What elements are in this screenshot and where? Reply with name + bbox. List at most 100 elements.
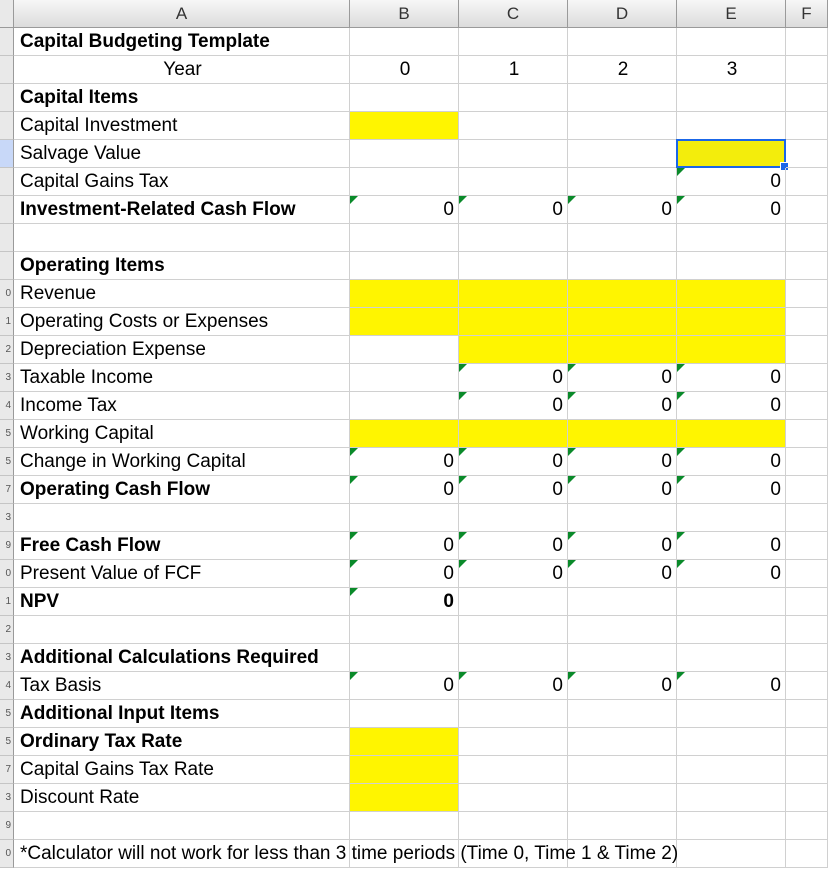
cell[interactable] — [568, 616, 677, 644]
cell[interactable] — [14, 504, 350, 532]
row-header[interactable]: 4 — [0, 392, 14, 420]
cell[interactable] — [786, 168, 828, 196]
op-costs-input[interactable] — [677, 308, 786, 336]
cell[interactable] — [568, 140, 677, 168]
cell[interactable] — [350, 392, 459, 420]
cell[interactable] — [568, 28, 677, 56]
year-0[interactable]: 0 — [350, 56, 459, 84]
row-header[interactable]: 0 — [0, 840, 14, 868]
cell[interactable] — [677, 28, 786, 56]
dep-exp-label[interactable]: Depreciation Expense — [14, 336, 350, 364]
cell[interactable] — [786, 840, 828, 868]
cell[interactable] — [568, 112, 677, 140]
dep-exp-input[interactable] — [459, 336, 568, 364]
cell[interactable] — [14, 812, 350, 840]
col-header-E[interactable]: E — [677, 0, 786, 28]
revenue-input[interactable] — [350, 280, 459, 308]
cell[interactable] — [786, 616, 828, 644]
cell[interactable] — [786, 84, 828, 112]
cell[interactable] — [786, 812, 828, 840]
dep-exp-input[interactable] — [568, 336, 677, 364]
col-header-C[interactable]: C — [459, 0, 568, 28]
cell[interactable] — [350, 644, 459, 672]
cell[interactable] — [459, 784, 568, 812]
row-header[interactable]: 1 — [0, 588, 14, 616]
cell[interactable] — [677, 252, 786, 280]
cell[interactable] — [459, 224, 568, 252]
row-header[interactable]: 2 — [0, 336, 14, 364]
cell[interactable]: 0 — [677, 560, 786, 588]
cell[interactable] — [568, 644, 677, 672]
capital-investment-input[interactable] — [350, 112, 459, 140]
cell[interactable]: 0 — [677, 448, 786, 476]
cell[interactable] — [786, 252, 828, 280]
title-cell[interactable]: Capital Budgeting Template — [14, 28, 350, 56]
cell[interactable] — [568, 700, 677, 728]
cell[interactable] — [786, 476, 828, 504]
cell[interactable]: 0 — [459, 476, 568, 504]
cell[interactable]: 0 — [677, 672, 786, 700]
year-label[interactable]: Year — [14, 56, 350, 84]
working-capital-input[interactable] — [350, 420, 459, 448]
cell[interactable] — [786, 672, 828, 700]
cell[interactable] — [786, 364, 828, 392]
cell[interactable] — [786, 196, 828, 224]
cell[interactable] — [786, 308, 828, 336]
cell[interactable] — [568, 168, 677, 196]
cell[interactable] — [786, 392, 828, 420]
cell[interactable] — [350, 28, 459, 56]
cell[interactable] — [459, 700, 568, 728]
fcf-label[interactable]: Free Cash Flow — [14, 532, 350, 560]
cell[interactable]: 0 — [677, 532, 786, 560]
row-header[interactable] — [0, 140, 14, 168]
row-header[interactable] — [0, 28, 14, 56]
cell[interactable] — [786, 224, 828, 252]
spreadsheet-grid[interactable]: A B C D E F Capital Budgeting Template Y… — [0, 0, 828, 868]
cell[interactable] — [350, 224, 459, 252]
cell[interactable]: 0 — [568, 672, 677, 700]
cell[interactable]: 0 — [350, 448, 459, 476]
cell[interactable]: 0 — [350, 196, 459, 224]
cell[interactable] — [568, 252, 677, 280]
row-header[interactable]: 3 — [0, 784, 14, 812]
cell[interactable]: 0 — [459, 392, 568, 420]
cell[interactable] — [677, 84, 786, 112]
cell[interactable]: 0 — [568, 392, 677, 420]
cell[interactable]: 0 — [568, 448, 677, 476]
row-header[interactable]: 3 — [0, 504, 14, 532]
cell[interactable] — [459, 84, 568, 112]
cell[interactable] — [677, 812, 786, 840]
cell[interactable] — [350, 84, 459, 112]
ord-tax-input[interactable] — [350, 728, 459, 756]
cell[interactable] — [568, 504, 677, 532]
cell[interactable] — [459, 728, 568, 756]
row-header[interactable]: 5 — [0, 700, 14, 728]
cell[interactable] — [568, 756, 677, 784]
row-header[interactable] — [0, 168, 14, 196]
cg-tax-input[interactable] — [350, 756, 459, 784]
cell[interactable] — [459, 588, 568, 616]
op-costs-input[interactable] — [568, 308, 677, 336]
cell[interactable]: 0 — [350, 476, 459, 504]
cell[interactable]: 0 — [677, 364, 786, 392]
cell[interactable] — [786, 532, 828, 560]
revenue-input[interactable] — [677, 280, 786, 308]
col-header-A[interactable]: A — [14, 0, 350, 28]
cell[interactable]: 0 — [459, 560, 568, 588]
section-operating-items[interactable]: Operating Items — [14, 252, 350, 280]
cell[interactable] — [786, 728, 828, 756]
npv-label[interactable]: NPV — [14, 588, 350, 616]
section-add-input[interactable]: Additional Input Items — [14, 700, 350, 728]
cell[interactable] — [786, 756, 828, 784]
cell[interactable] — [786, 448, 828, 476]
cell[interactable] — [786, 112, 828, 140]
section-add-calc[interactable]: Additional Calculations Required — [14, 644, 350, 672]
cell[interactable]: 0 — [677, 392, 786, 420]
cell[interactable]: 0 — [677, 476, 786, 504]
row-header[interactable]: 7 — [0, 476, 14, 504]
cell[interactable] — [677, 840, 786, 868]
row-header[interactable]: 5 — [0, 448, 14, 476]
chg-wc-label[interactable]: Change in Working Capital — [14, 448, 350, 476]
cell[interactable] — [568, 728, 677, 756]
dep-exp-input[interactable] — [677, 336, 786, 364]
